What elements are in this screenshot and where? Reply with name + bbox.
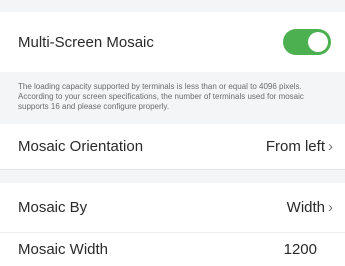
- top-spacer: [0, 0, 345, 12]
- toggle-knob: [308, 32, 328, 52]
- chevron-right-icon: ›: [328, 199, 333, 216]
- multi-screen-mosaic-label: Multi-Screen Mosaic: [18, 33, 154, 51]
- section-gap: [0, 170, 345, 183]
- capacity-note: The loading capacity supported by termin…: [0, 72, 345, 124]
- mosaic-orientation-value-wrap: From left ›: [266, 138, 333, 155]
- mosaic-by-row[interactable]: Mosaic By Width ›: [0, 183, 345, 233]
- mosaic-orientation-value: From left: [265, 138, 325, 155]
- mosaic-by-value-wrap: Width ›: [287, 199, 333, 216]
- mosaic-width-value[interactable]: 1200: [284, 241, 317, 258]
- mosaic-orientation-row[interactable]: Mosaic Orientation From left ›: [0, 124, 345, 170]
- mosaic-by-value: Width: [286, 199, 325, 216]
- mosaic-width-row[interactable]: Mosaic Width 1200: [0, 233, 345, 266]
- mosaic-width-label: Mosaic Width: [18, 241, 109, 258]
- multi-screen-mosaic-toggle[interactable]: [283, 29, 331, 55]
- chevron-right-icon: ›: [328, 138, 333, 155]
- mosaic-orientation-label: Mosaic Orientation: [18, 138, 144, 155]
- mosaic-by-label: Mosaic By: [18, 199, 88, 216]
- multi-screen-mosaic-row: Multi-Screen Mosaic: [0, 12, 345, 72]
- settings-page: Multi-Screen Mosaic The loading capacity…: [0, 0, 345, 266]
